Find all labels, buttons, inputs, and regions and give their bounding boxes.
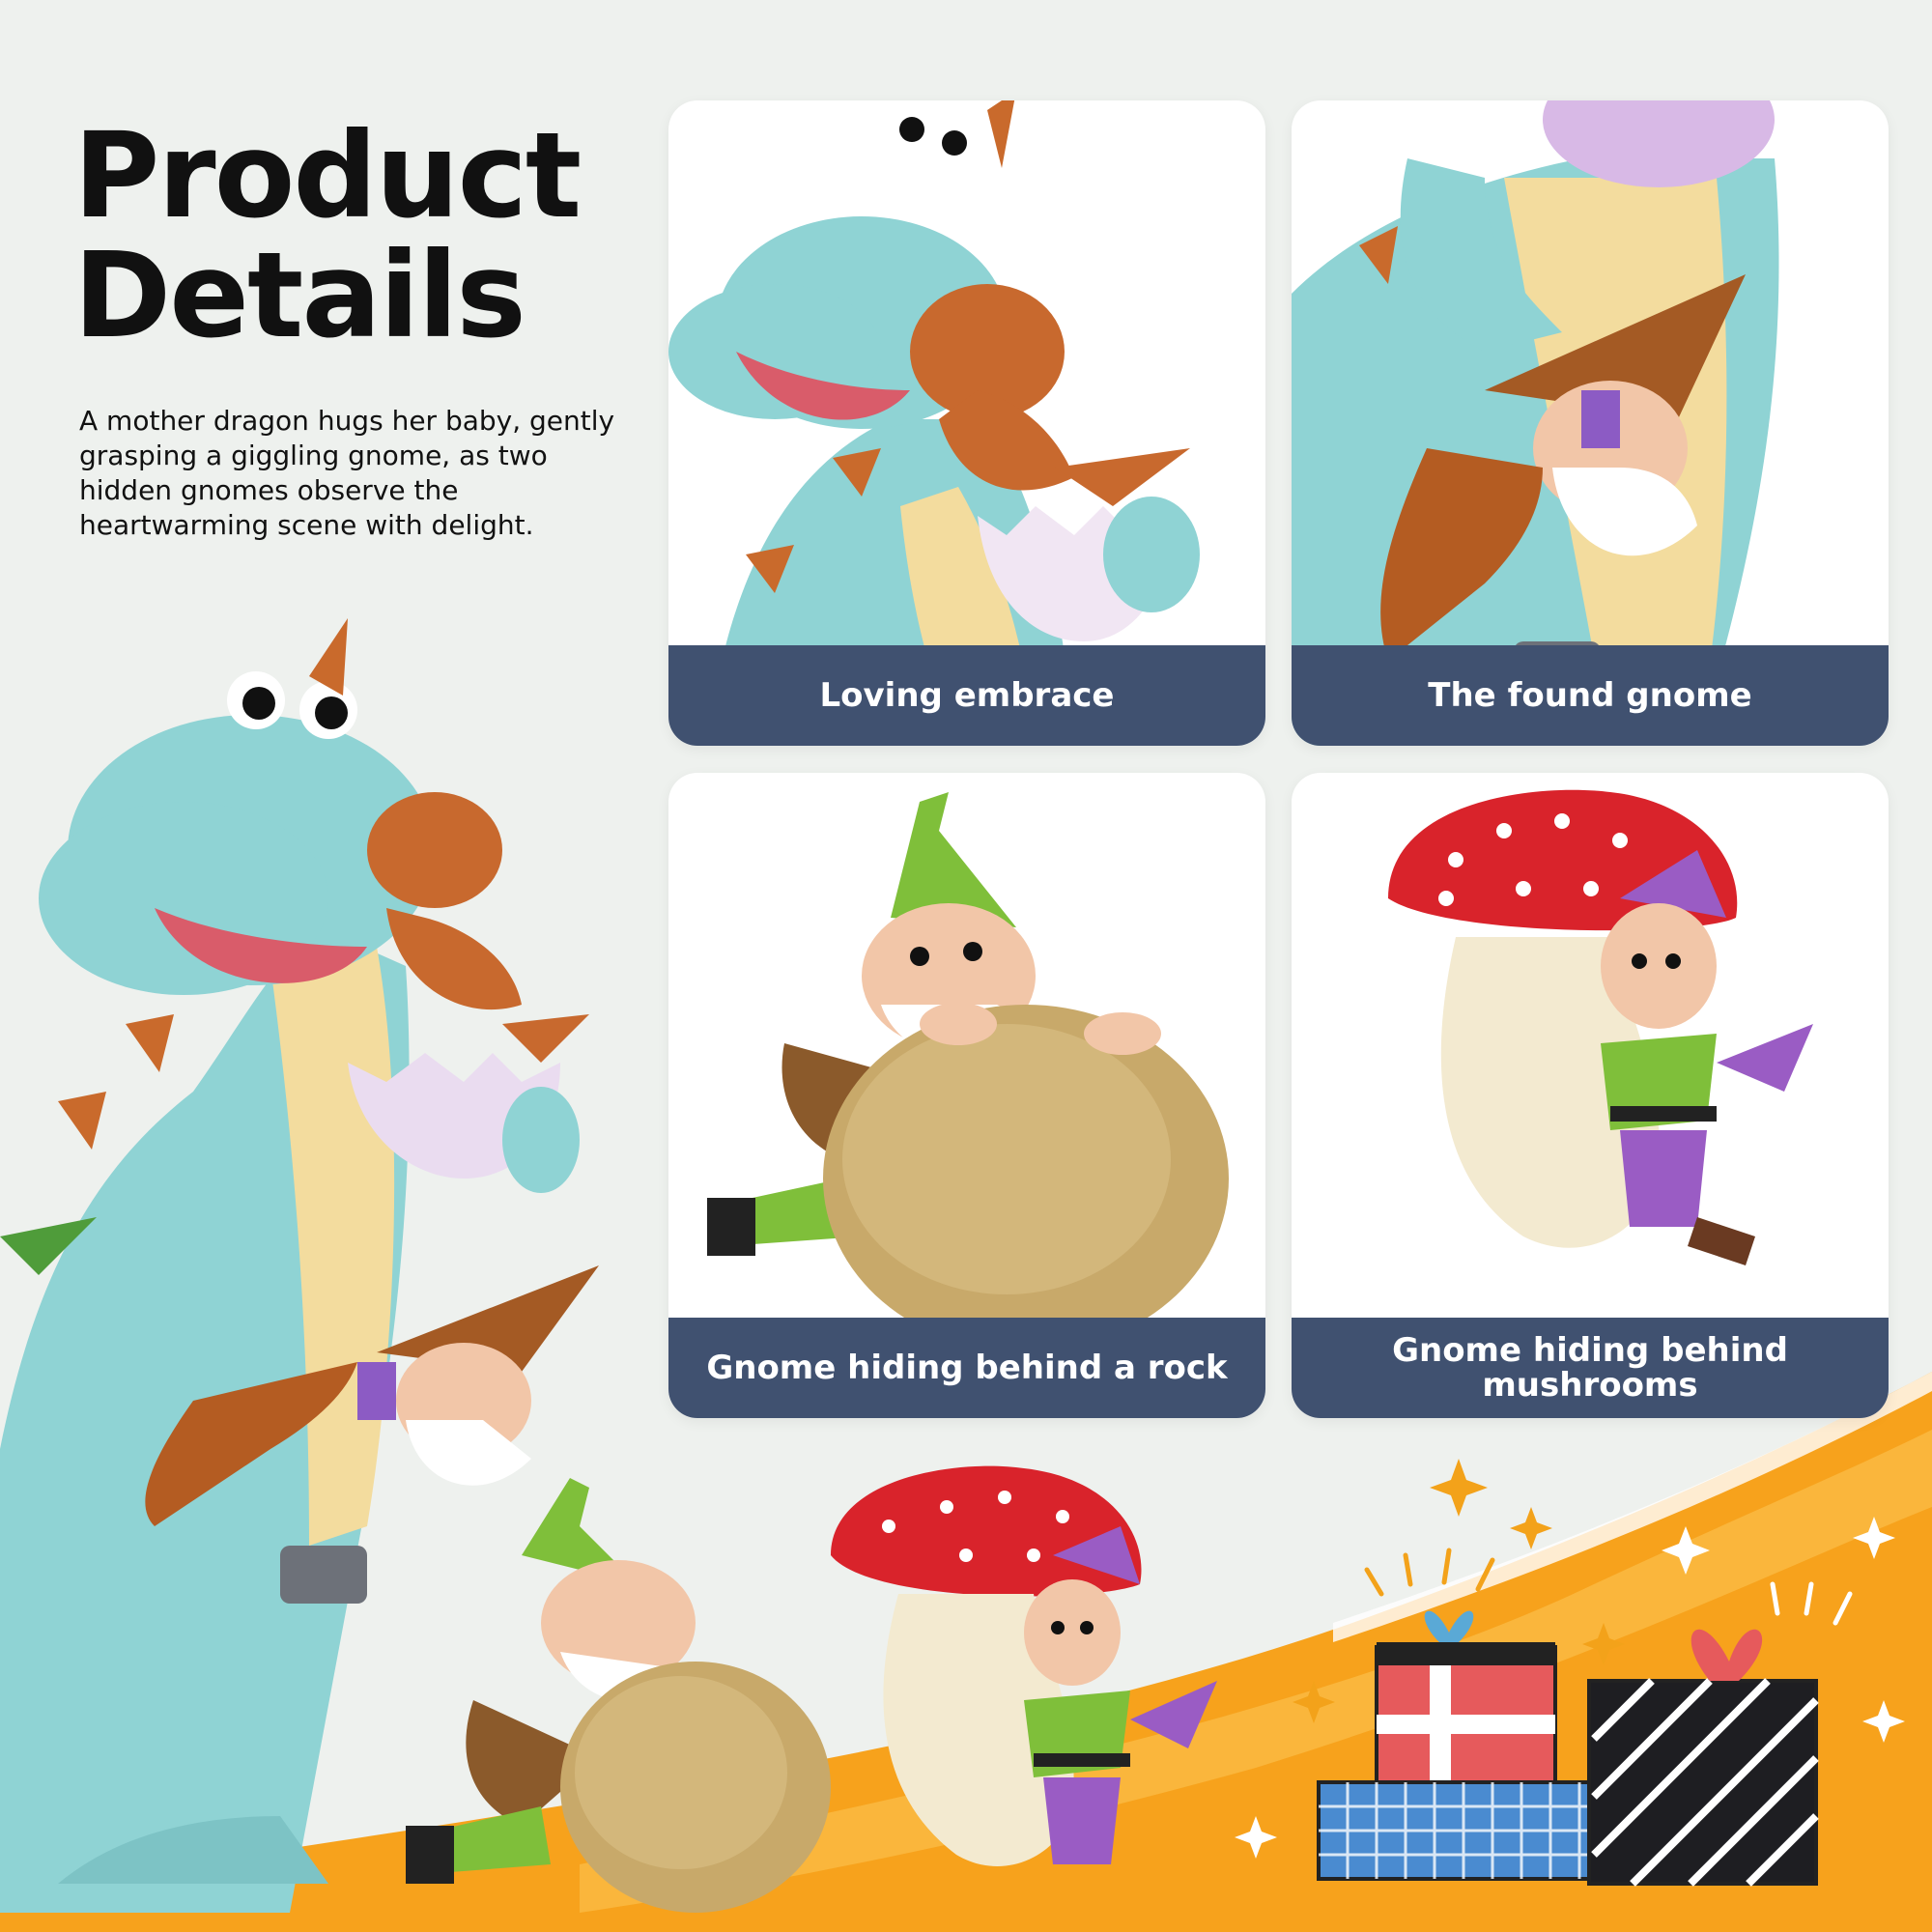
gift-boxes-illustration	[1235, 1459, 1905, 1887]
mushroom-gnome-figure	[831, 1465, 1217, 1866]
product-details-page: Product Details A mother dragon hugs her…	[0, 0, 1932, 1932]
rock-gnome-figure	[406, 1478, 831, 1913]
hero-product-scene	[0, 618, 1905, 1913]
dragon-figure	[0, 618, 435, 1913]
